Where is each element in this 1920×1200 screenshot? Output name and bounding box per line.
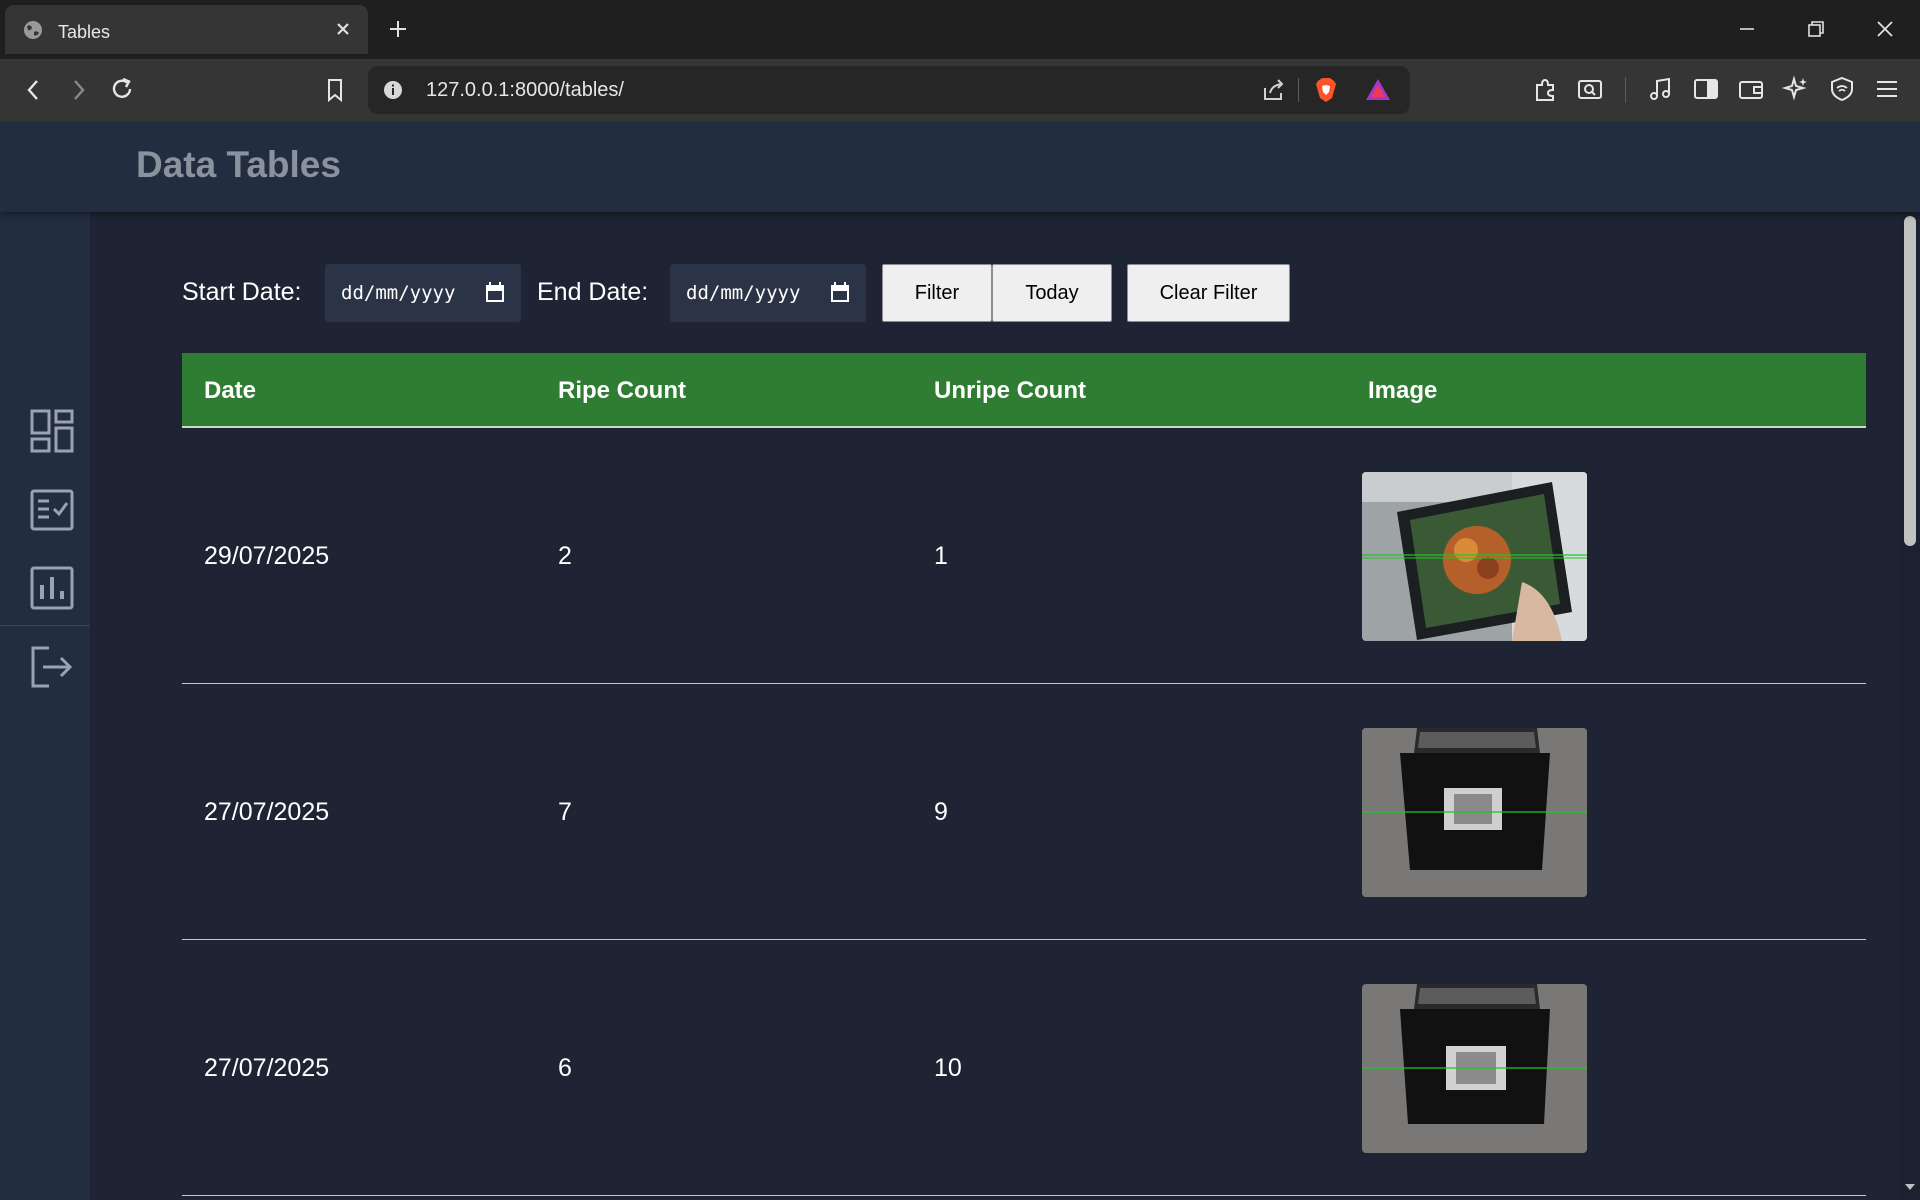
detection-image-thumbnail[interactable] <box>1362 728 1587 897</box>
cell-unripe-count: 9 <box>934 798 948 826</box>
forward-icon[interactable] <box>64 76 92 104</box>
sidebar-toggle-icon[interactable] <box>1692 75 1720 103</box>
column-header-image: Image <box>1368 377 1438 404</box>
column-header-date: Date <box>204 377 257 404</box>
brave-shields-icon[interactable] <box>1312 76 1340 104</box>
leo-ai-icon[interactable] <box>1782 75 1810 103</box>
filter-button[interactable]: Filter <box>882 264 992 322</box>
web-page: Data Tables Start Date: dd/mm/yyyy End D… <box>0 122 1920 1200</box>
cell-ripe-count: 7 <box>558 798 572 826</box>
globe-icon <box>24 21 42 39</box>
cell-ripe-count: 6 <box>558 1054 572 1082</box>
browser-tab[interactable]: Tables <box>5 5 368 54</box>
sidebar <box>0 212 90 1200</box>
wallet-icon[interactable] <box>1737 75 1765 103</box>
minimize-icon[interactable] <box>1736 18 1758 40</box>
browser-toolbar: 127.0.0.1:8000/tables/ <box>0 59 1920 122</box>
scrollbar-thumb[interactable] <box>1904 216 1916 546</box>
detection-image-thumbnail[interactable] <box>1362 472 1587 641</box>
sidebar-divider <box>0 625 90 626</box>
table-row: 29/07/2025 2 1 <box>182 428 1866 684</box>
detection-image-thumbnail[interactable] <box>1362 984 1587 1153</box>
bookmark-icon[interactable] <box>321 76 349 104</box>
address-bar[interactable]: 127.0.0.1:8000/tables/ <box>368 66 1410 114</box>
tab-title: Tables <box>58 22 111 42</box>
column-header-ripe-count: Ripe Count <box>558 377 686 404</box>
start-date-label: Start Date: <box>182 278 302 306</box>
logout-icon[interactable] <box>29 644 75 690</box>
cell-unripe-count: 10 <box>934 1054 962 1082</box>
urlbar-divider <box>1298 78 1299 102</box>
bar-chart-icon[interactable] <box>29 565 75 611</box>
menu-icon[interactable] <box>1873 75 1901 103</box>
extensions-icon[interactable] <box>1531 75 1559 103</box>
site-info-icon[interactable] <box>382 79 404 101</box>
cell-date: 27/07/2025 <box>204 1054 330 1082</box>
cell-date: 27/07/2025 <box>204 798 330 826</box>
end-date-label: End Date: <box>537 278 649 306</box>
dashboard-icon[interactable] <box>29 408 75 454</box>
start-date-input[interactable] <box>325 264 521 322</box>
browser-tabstrip: Tables <box>0 0 1920 59</box>
vpn-icon[interactable] <box>1828 75 1856 103</box>
url-text: 127.0.0.1:8000/tables/ <box>426 79 624 101</box>
cell-date: 29/07/2025 <box>204 542 330 570</box>
page-header: Data Tables <box>0 122 1920 212</box>
search-page-icon[interactable] <box>1576 75 1604 103</box>
end-date-input[interactable] <box>670 264 866 322</box>
checklist-icon[interactable] <box>29 487 75 533</box>
column-header-unripe-count: Unripe Count <box>934 377 1086 404</box>
reload-icon[interactable] <box>108 75 136 103</box>
clear-filter-button[interactable]: Clear Filter <box>1127 264 1290 322</box>
back-icon[interactable] <box>20 76 48 104</box>
table-row: 27/07/2025 6 10 <box>182 940 1866 1196</box>
close-window-icon[interactable] <box>1874 18 1896 40</box>
table-row: 27/07/2025 7 9 <box>182 684 1866 940</box>
today-button[interactable]: Today <box>992 264 1112 322</box>
new-tab-icon[interactable] <box>386 17 410 41</box>
close-tab-icon[interactable] <box>332 18 354 40</box>
cell-unripe-count: 1 <box>934 542 948 570</box>
main-content: Start Date: End Date: Filter Today Clear… <box>90 212 1900 1200</box>
media-icon[interactable] <box>1647 75 1675 103</box>
restore-icon[interactable] <box>1805 18 1827 40</box>
toolbar-divider <box>1625 77 1626 103</box>
table-header: Date Ripe Count Unripe Count Image <box>182 353 1866 428</box>
page-scrollbar[interactable] <box>1900 212 1920 1200</box>
page-title: Data Tables <box>136 144 341 185</box>
brave-rewards-icon[interactable] <box>1364 76 1392 104</box>
filter-bar: Start Date: End Date: Filter Today Clear… <box>182 264 1382 322</box>
cell-ripe-count: 2 <box>558 542 572 570</box>
share-icon[interactable] <box>1260 76 1288 104</box>
scroll-down-arrow-icon[interactable] <box>1904 1182 1916 1192</box>
data-table: Date Ripe Count Unripe Count Image 29/07… <box>182 353 1866 1196</box>
